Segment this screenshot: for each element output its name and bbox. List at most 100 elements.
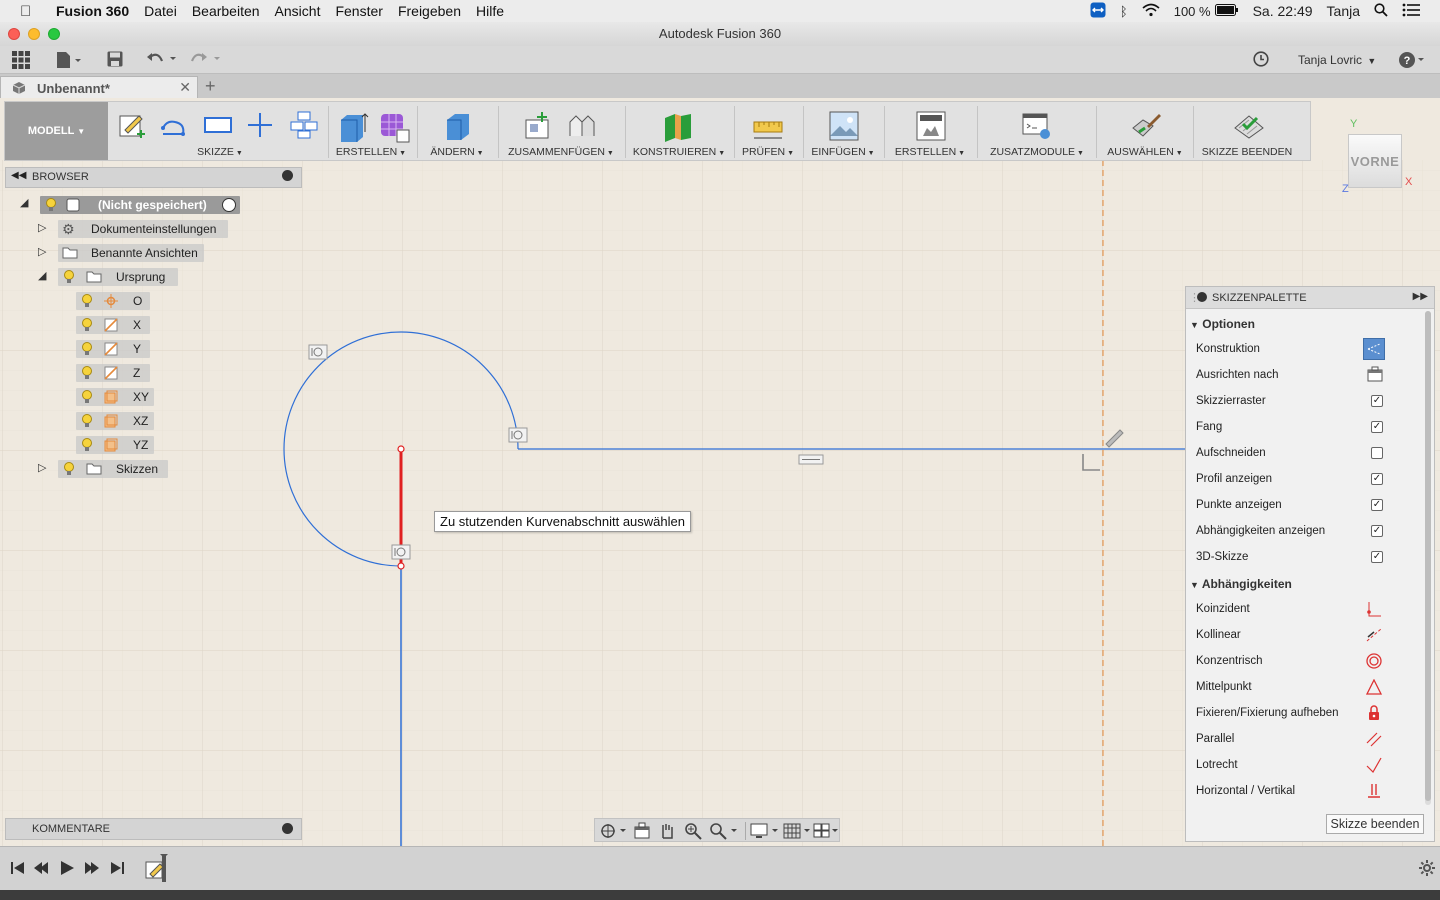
document-tab[interactable]: Unbenannt* ✕: [0, 76, 198, 98]
rectangle-tool-icon[interactable]: [203, 110, 233, 140]
joint-icon[interactable]: [566, 110, 598, 142]
tree-collapse-icon[interactable]: ◢: [20, 196, 28, 209]
parallel-icon[interactable]: [1366, 731, 1382, 747]
wifi-icon[interactable]: [1142, 3, 1160, 20]
concentric-icon[interactable]: [1366, 653, 1382, 669]
offset-plane-icon[interactable]: [661, 110, 695, 144]
pan-hand-icon[interactable]: [658, 822, 676, 840]
tangent-constraint-glyph[interactable]: [508, 427, 528, 443]
activate-radio-icon[interactable]: [222, 198, 236, 212]
notification-center-icon[interactable]: [1402, 3, 1420, 20]
horizontal-constraint-glyph[interactable]: [798, 454, 824, 465]
finish-sketch-icon[interactable]: [1233, 110, 1265, 142]
ribbon-group-label[interactable]: KONSTRUIEREN ▼: [629, 146, 729, 158]
lock-icon[interactable]: [1366, 705, 1382, 721]
lightbulb-icon[interactable]: [80, 341, 94, 360]
browser-node-y-axis[interactable]: Y: [76, 340, 150, 358]
clock[interactable]: Sa. 22:49: [1253, 3, 1313, 19]
menu-fenster[interactable]: Fenster: [335, 3, 382, 19]
lightbulb-icon[interactable]: [62, 461, 76, 480]
play-icon[interactable]: [59, 860, 75, 876]
3d-print-icon[interactable]: [915, 110, 947, 142]
redo-icon[interactable]: [190, 51, 222, 69]
help-icon[interactable]: ?: [1398, 51, 1426, 69]
browser-node-xz-plane[interactable]: XZ: [76, 412, 154, 430]
browser-node-named-views[interactable]: Benannte Ansichten: [58, 244, 204, 262]
collapse-panel-icon[interactable]: ◀◀: [11, 170, 26, 181]
viewports-icon[interactable]: [813, 822, 841, 840]
grid-snap-icon[interactable]: [783, 822, 811, 840]
tree-collapse-icon[interactable]: ◢: [38, 269, 46, 282]
tree-expand-icon[interactable]: ▷: [38, 461, 46, 474]
go-to-end-icon[interactable]: [109, 860, 125, 876]
browser-node-document-settings[interactable]: ⚙ Dokumenteinstellungen: [58, 220, 228, 238]
ribbon-group-label[interactable]: ZUSAMMENFÜGEN ▼: [502, 146, 620, 158]
browser-root-node[interactable]: (Nicht gespeichert): [40, 196, 240, 214]
data-panel-grid-icon[interactable]: [12, 51, 30, 69]
constraint-row-parallel[interactable]: Parallel: [1196, 731, 1386, 747]
save-icon[interactable]: [107, 51, 123, 69]
lightbulb-icon[interactable]: [80, 317, 94, 336]
3d-sketch-checkbox[interactable]: ✓: [1371, 551, 1383, 563]
sketch-palette-header[interactable]: ⋮ SKIZZENPALETTE ▶▶: [1186, 287, 1434, 309]
perpendicular-icon[interactable]: [1366, 757, 1382, 773]
ribbon-group-label[interactable]: ZUSATZMODULE ▼: [981, 146, 1093, 158]
show-constraints-checkbox[interactable]: ✓: [1371, 525, 1383, 537]
browser-node-yz-plane[interactable]: YZ: [76, 436, 154, 454]
finish-sketch-button[interactable]: Skizze beenden: [1326, 814, 1424, 834]
line-tool-icon[interactable]: [161, 110, 191, 140]
tangent-constraint-glyph[interactable]: [308, 344, 328, 360]
browser-node-sketches[interactable]: Skizzen: [58, 460, 168, 478]
browser-panel-header[interactable]: ◀◀ BROWSER: [5, 167, 302, 188]
lightbulb-icon[interactable]: [80, 293, 94, 312]
job-status-clock-icon[interactable]: [1253, 51, 1269, 69]
go-to-start-icon[interactable]: [10, 860, 26, 876]
browser-node-xy-plane[interactable]: XY: [76, 388, 154, 406]
display-settings-icon[interactable]: [750, 822, 780, 840]
add-comment-icon[interactable]: [282, 823, 293, 834]
zoom-window-button[interactable]: [48, 28, 60, 40]
browser-node-origin-point[interactable]: O: [76, 292, 150, 310]
expand-panel-icon[interactable]: ▶▶: [1413, 291, 1428, 302]
sketch-grid-checkbox[interactable]: ✓: [1371, 395, 1383, 407]
new-tab-plus-icon[interactable]: +: [205, 76, 216, 97]
ribbon-group-label[interactable]: ERSTELLEN ▼: [331, 146, 411, 158]
horizontal-vertical-icon[interactable]: [1366, 783, 1382, 799]
lightbulb-icon[interactable]: [80, 413, 94, 432]
lightbulb-icon[interactable]: [80, 437, 94, 456]
new-component-icon[interactable]: [522, 110, 554, 142]
coincident-icon[interactable]: [1366, 601, 1382, 617]
lightbulb-icon[interactable]: [80, 365, 94, 384]
zoom-icon[interactable]: [684, 822, 702, 840]
insert-image-icon[interactable]: [828, 110, 860, 142]
constraint-row-concentric[interactable]: Konzentrisch: [1196, 653, 1386, 669]
apple-menu-icon[interactable]: : [20, 3, 40, 20]
extrude-icon[interactable]: [337, 110, 371, 144]
press-pull-icon[interactable]: [441, 110, 475, 144]
constraint-row-horizontal-vertical[interactable]: Horizontal / Vertikal: [1196, 783, 1386, 799]
palette-scrollbar[interactable]: [1425, 311, 1431, 805]
project-include-icon[interactable]: [289, 110, 319, 140]
snap-checkbox[interactable]: ✓: [1371, 421, 1383, 433]
constraint-row-coincident[interactable]: Koinzident: [1196, 601, 1386, 617]
undo-icon[interactable]: [146, 51, 178, 69]
lightbulb-icon[interactable]: [62, 269, 76, 288]
menu-freigeben[interactable]: Freigeben: [398, 3, 461, 19]
lightbulb-icon[interactable]: [44, 197, 58, 216]
browser-minus-icon[interactable]: [282, 170, 293, 181]
step-back-icon[interactable]: [34, 860, 50, 876]
sketch-point[interactable]: [397, 445, 405, 453]
step-forward-icon[interactable]: [83, 860, 99, 876]
close-tab-icon[interactable]: ✕: [179, 79, 191, 96]
show-profile-checkbox[interactable]: ✓: [1371, 473, 1383, 485]
browser-node-x-axis[interactable]: X: [76, 316, 150, 334]
browser-node-origin[interactable]: Ursprung: [58, 268, 178, 286]
constraints-section-header[interactable]: ▼ Abhängigkeiten: [1190, 577, 1292, 591]
ribbon-group-label[interactable]: ERSTELLEN ▼: [888, 146, 972, 158]
select-icon[interactable]: [1129, 110, 1163, 144]
app-menu[interactable]: Fusion 360: [56, 3, 129, 19]
trim-tool-icon[interactable]: [245, 110, 275, 140]
look-at-icon[interactable]: [633, 822, 651, 840]
constraint-row-midpoint[interactable]: Mittelpunkt: [1196, 678, 1386, 695]
options-section-header[interactable]: ▼ Optionen: [1190, 317, 1255, 331]
